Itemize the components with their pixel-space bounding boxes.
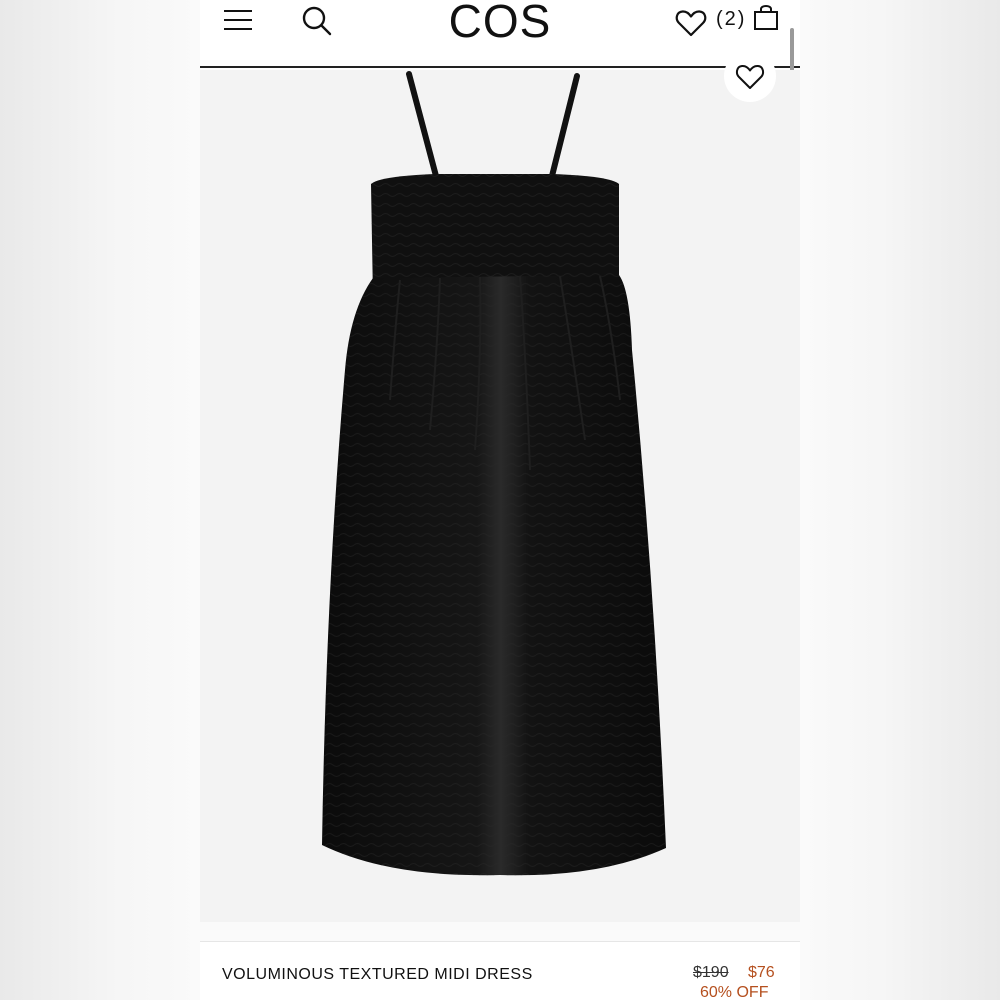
original-price: $190 <box>693 964 729 981</box>
image-divider <box>200 922 800 942</box>
wishlist-count[interactable]: (2) <box>716 8 746 31</box>
site-header: COS (2) <box>200 0 800 368</box>
blurred-backdrop-left <box>0 0 200 1000</box>
wishlist-button[interactable] <box>675 8 707 38</box>
menu-icon-bar <box>224 19 252 21</box>
discount-badge: 60% OFF <box>700 984 769 1000</box>
heart-icon <box>735 64 765 89</box>
menu-icon-bar <box>224 10 252 12</box>
brand-logo[interactable]: COS <box>420 0 580 48</box>
menu-icon-bar <box>224 28 252 30</box>
product-image[interactable] <box>200 70 800 922</box>
sale-price: $76 <box>748 964 775 981</box>
menu-button[interactable] <box>222 6 254 34</box>
search-button[interactable] <box>300 4 334 38</box>
bag-icon <box>754 5 778 30</box>
heart-icon <box>675 10 707 37</box>
product-name[interactable]: VOLUMINOUS TEXTURED MIDI DRESS <box>222 966 533 984</box>
image-favorite-button[interactable] <box>724 50 776 102</box>
product-page: COS (2) VOLUMINOUS TEXTURED MIDI DRESS $… <box>200 0 800 1000</box>
search-icon <box>302 6 332 36</box>
shopping-bag-button[interactable] <box>752 2 780 32</box>
blurred-backdrop-right <box>800 0 1000 1000</box>
